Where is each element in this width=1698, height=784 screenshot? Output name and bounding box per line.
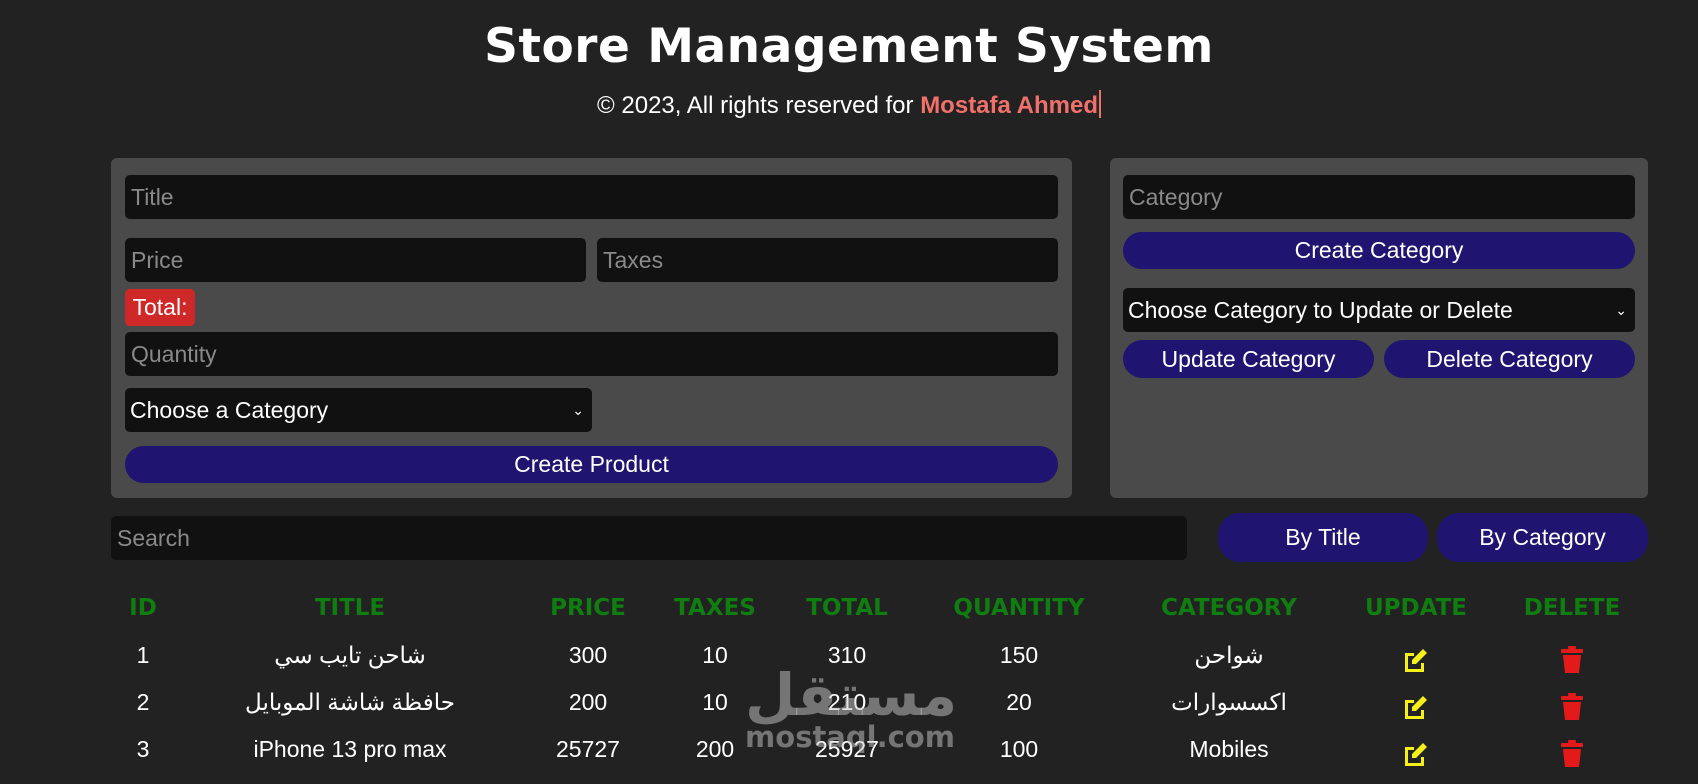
search-by-title-button[interactable]: By Title — [1218, 513, 1428, 562]
column-header-delete: DELETE — [1523, 595, 1621, 621]
table-header-row: ID TITLE PRICE TAXES TOTAL QUANTITY CATE… — [111, 585, 1650, 632]
cell-title: شاحن تايب سي — [274, 642, 426, 668]
cell-id: 3 — [136, 736, 150, 762]
search-by-category-button[interactable]: By Category — [1437, 513, 1648, 562]
chevron-down-icon: ⌄ — [1615, 301, 1627, 318]
column-header-total: TOTAL — [806, 595, 888, 621]
copyright-text: © 2023, All rights reserved for — [597, 92, 914, 119]
cell-total: 310 — [827, 642, 867, 668]
taxes-input[interactable] — [597, 238, 1058, 282]
category-select[interactable]: Choose a Category ⌄ — [125, 388, 592, 432]
cell-title: حافظة شاشة الموبايل — [245, 689, 455, 715]
column-header-quantity: QUANTITY — [953, 595, 1085, 621]
create-product-button[interactable]: Create Product — [125, 446, 1058, 483]
title-input[interactable] — [125, 175, 1058, 219]
cell-price: 300 — [568, 642, 608, 668]
quantity-input[interactable] — [125, 332, 1058, 376]
table-row: 3 iPhone 13 pro max 25727 200 25927 100 … — [111, 726, 1650, 773]
chevron-down-icon: ⌄ — [572, 401, 584, 418]
category-input[interactable] — [1123, 175, 1635, 219]
category-select-value: Choose a Category — [130, 396, 329, 423]
total-badge: Total: — [125, 289, 195, 326]
page-title: Store Management System — [484, 19, 1214, 74]
cell-quantity: 20 — [1006, 689, 1032, 715]
category-manage-select-value: Choose Category to Update or Delete — [1128, 296, 1513, 323]
cell-quantity: 150 — [999, 642, 1039, 668]
delete-category-button[interactable]: Delete Category — [1384, 340, 1635, 378]
category-panel: Create Category Choose Category to Updat… — [1110, 158, 1648, 498]
price-input[interactable] — [125, 238, 586, 282]
search-input[interactable] — [111, 516, 1187, 560]
column-header-taxes: TAXES — [674, 595, 756, 621]
category-manage-select[interactable]: Choose Category to Update or Delete ⌄ — [1123, 288, 1635, 332]
cell-total: 25927 — [815, 736, 879, 762]
copyright-line: © 2023, All rights reserved for Mostafa … — [0, 90, 1698, 121]
cell-quantity: 100 — [999, 736, 1039, 762]
column-header-category: CATEGORY — [1161, 595, 1297, 621]
cell-taxes: 200 — [695, 736, 735, 762]
cell-taxes: 10 — [702, 689, 728, 715]
column-header-update: UPDATE — [1364, 595, 1468, 621]
products-table: ID TITLE PRICE TAXES TOTAL QUANTITY CATE… — [111, 585, 1650, 773]
column-header-id: ID — [129, 595, 157, 621]
cell-total: 210 — [827, 689, 867, 715]
table-row: 2 حافظة شاشة الموبايل 200 10 210 20 اكسس… — [111, 679, 1650, 726]
text-caret — [1098, 90, 1101, 118]
cell-category: اكسسوارات — [1171, 689, 1287, 715]
cell-price: 200 — [568, 689, 608, 715]
cell-id: 1 — [136, 642, 150, 668]
cell-id: 2 — [136, 689, 150, 715]
cell-category: Mobiles — [1189, 736, 1269, 762]
cell-price: 25727 — [556, 736, 620, 762]
page-header: Store Management System © 2023, All righ… — [0, 0, 1698, 121]
author-name: Mostafa Ahmed — [920, 92, 1098, 119]
update-category-button[interactable]: Update Category — [1123, 340, 1374, 378]
create-category-button[interactable]: Create Category — [1123, 232, 1635, 269]
table-row: 1 شاحن تايب سي 300 10 310 150 شواحن — [111, 632, 1650, 679]
product-form-panel: Total: Choose a Category ⌄ Create Produc… — [111, 158, 1072, 498]
column-header-price: PRICE — [550, 595, 626, 621]
column-header-title: TITLE — [314, 595, 386, 621]
cell-title: iPhone 13 pro max — [253, 736, 447, 762]
cell-taxes: 10 — [702, 642, 728, 668]
cell-category: شواحن — [1194, 642, 1264, 668]
